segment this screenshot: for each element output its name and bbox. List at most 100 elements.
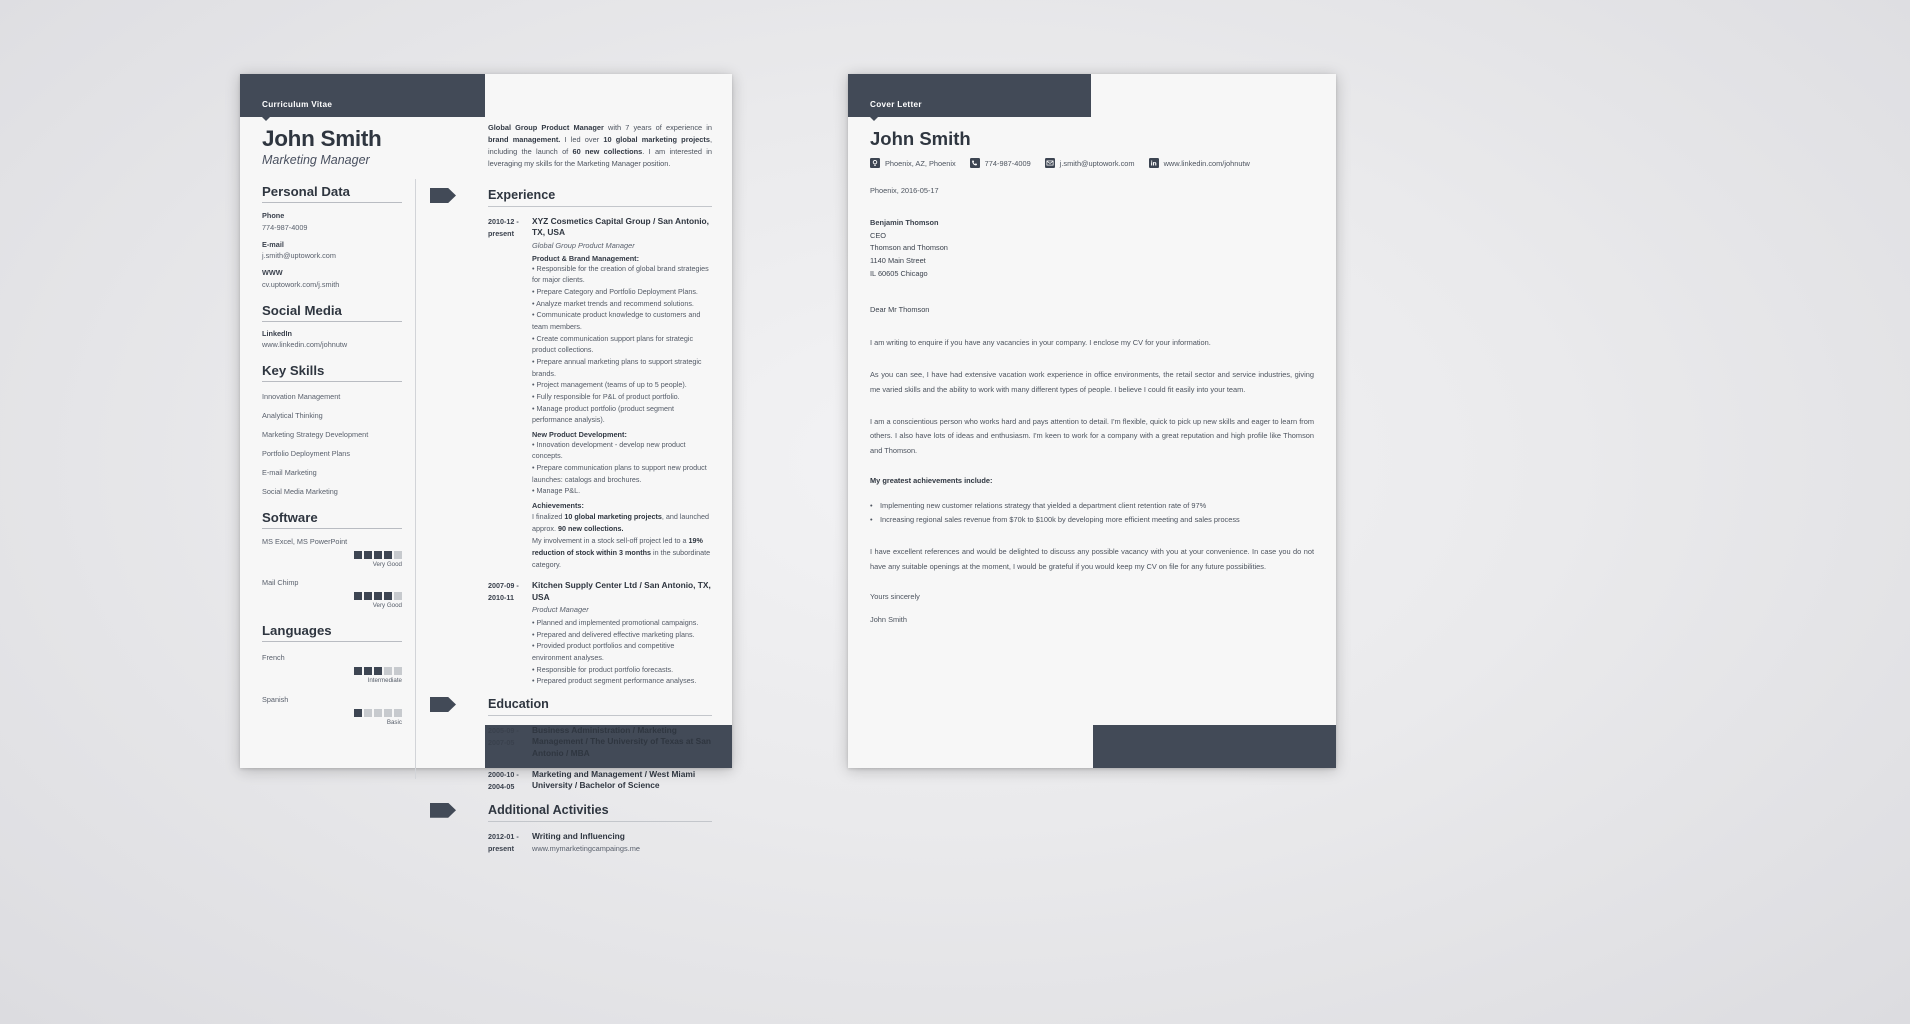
section-languages: Languages French Intermediate Spanish Ba… [262, 623, 402, 726]
block-title: Education [488, 697, 549, 711]
entry-bullet: • Innovation development - develop new p… [532, 439, 686, 461]
experience-entry: 2010-12 - present XYZ Cosmetics Capital … [488, 216, 712, 570]
block-rule [488, 715, 712, 716]
section-rule [262, 202, 402, 203]
skill-item: Marketing Strategy Development [262, 430, 369, 439]
letter-closing-paragraph: I have excellent references and would be… [870, 547, 1314, 571]
block-heading: Additional Activities [430, 802, 712, 818]
summary-bold: 60 new collections [572, 146, 643, 156]
cover-letter-document-page[interactable]: Cover Letter John Smith Phoenix, AZ, Pho… [848, 74, 1336, 768]
field-email: E-mail j.smith@uptowork.com [262, 240, 402, 261]
entry-date: 2010-12 - present [488, 216, 519, 238]
achievements-heading: My greatest achievements include: [870, 476, 993, 486]
entry-achievement: My involvement in a stock sell-off proje… [532, 535, 712, 570]
cv-summary: Global Group Product Manager with 7 year… [488, 122, 712, 170]
activity-entry: 2012-01 - present Writing and Influencin… [488, 831, 712, 855]
linkedin-icon [1148, 158, 1159, 168]
field-label: WWW [262, 268, 283, 277]
entry-bullet: • Prepare Category and Portfolio Deploym… [532, 286, 698, 296]
summary-text: I led over [560, 134, 604, 144]
letter-paragraph: I am a conscientious person who works ha… [870, 416, 1314, 455]
phone-icon [969, 158, 980, 168]
section-rule [262, 320, 402, 322]
entry-bullet: • Prepare communication plans to support… [532, 463, 707, 484]
envelope-icon [1044, 158, 1055, 168]
entry-group-head: New Product Development: [532, 429, 627, 439]
rating-caption: Intermediate [367, 677, 402, 684]
summary-bold: 10 global marketing projects [603, 134, 710, 144]
field-www: WWW cv.uptowork.com/j.smith [262, 268, 402, 289]
entry-achievement: I finalized 10 global marketing projects… [532, 511, 712, 534]
rating-square-empty [384, 709, 392, 717]
block-title: Experience [488, 187, 556, 202]
language-item: Spanish Basic [262, 695, 402, 726]
rating-square-filled [364, 551, 372, 559]
rating-square-filled [384, 592, 392, 600]
field-label: E-mail [262, 239, 284, 249]
cv-document-page[interactable]: Curriculum Vitae John Smith Marketing Ma… [240, 74, 732, 853]
field-value: cv.uptowork.com/j.smith [262, 279, 340, 289]
rating-square-filled [374, 551, 382, 559]
entry-subtitle: Product Manager [532, 605, 589, 615]
section-title: Languages [262, 623, 332, 638]
rating-widget: Intermediate [262, 667, 402, 684]
entry-bullet: • Analyze market trends and recommend so… [532, 298, 694, 308]
entry-date: 2005-09 - 2007-05 [488, 726, 519, 747]
section-rule [262, 641, 402, 642]
contact-linkedin: www.linkedin.com/johnutw [1148, 158, 1250, 168]
section-rule [262, 381, 402, 382]
entry-bullet: • Prepared and delivered effective marke… [532, 629, 695, 639]
recipient-address: Benjamin Thomson CEO Thomson and Thomson… [870, 217, 1314, 281]
cover-letter-name: John Smith [870, 128, 971, 149]
field-label: LinkedIn [262, 328, 292, 338]
ach-text: I finalized [532, 512, 565, 522]
entry-bullet: • Communicate product knowledge to custo… [532, 310, 701, 331]
contact-location: Phoenix, AZ, Phoenix [870, 158, 956, 168]
entry-title: Marketing and Management / West Miami Un… [532, 769, 696, 791]
entry-date: 2012-01 - present [488, 831, 519, 853]
recipient-city: IL 60605 Chicago [870, 268, 928, 278]
rating-widget: Basic [262, 709, 402, 726]
language-item: French Intermediate [262, 653, 402, 684]
achievement-item: Increasing regional sales revenue from $… [870, 513, 1314, 527]
contact-text: 774-987-4009 [984, 158, 1031, 168]
arrow-marker-icon [430, 802, 456, 818]
entry-bullet: • Manage product portfolio (product segm… [532, 403, 674, 425]
entry-bullet: • Manage P&L. [532, 486, 581, 496]
arrow-marker-icon [430, 697, 456, 712]
rating-squares [262, 551, 402, 559]
rating-square-empty [384, 667, 392, 675]
arrow-marker-icon [430, 187, 456, 203]
ach-bold: 10 global marketing projects [564, 512, 662, 522]
entry-date: 2007-09 - 2010-11 [488, 581, 519, 603]
education-entry: 2005-09 - 2007-05 Business Administratio… [488, 725, 712, 759]
software-name: MS Excel, MS PowerPoint [262, 537, 348, 546]
cv-column-divider [415, 179, 416, 779]
letter-salutation: Dear Mr Thomson [870, 304, 930, 314]
letter-paragraph: I am writing to enquire if you have any … [870, 337, 1211, 347]
cv-sidebar: Personal Data Phone 774-987-4009 E-mail … [262, 184, 402, 726]
experience-entry: 2007-09 - 2010-11 Kitchen Supply Center … [488, 580, 712, 687]
ach-bold: 90 new collections. [557, 523, 624, 533]
rating-squares [262, 709, 402, 717]
rating-square-filled [354, 592, 362, 600]
rating-widget: Very Good [262, 551, 402, 568]
field-value: www.linkedin.com/johnutw [262, 340, 348, 349]
section-title: Personal Data [262, 184, 350, 199]
rating-square-filled [354, 551, 362, 559]
software-name: Mail Chimp [262, 578, 299, 587]
entry-subtitle: www.mymarketingcampaings.me [532, 844, 641, 854]
rating-caption: Very Good [372, 561, 402, 568]
block-heading: Education [430, 697, 712, 712]
section-rule [262, 528, 402, 529]
cv-main-column: Global Group Product Manager with 7 year… [430, 122, 712, 865]
rating-square-filled [364, 592, 372, 600]
rating-square-filled [374, 592, 382, 600]
field-linkedin: LinkedIn www.linkedin.com/johnutw [262, 329, 402, 350]
section-key-skills: Key Skills Innovation Management Analyti… [262, 363, 402, 496]
software-item: MS Excel, MS PowerPoint Very Good [262, 537, 402, 568]
block-heading: Experience [430, 187, 712, 203]
skill-item: Analytical Thinking [262, 411, 323, 420]
rating-caption: Basic [386, 719, 402, 726]
entry-bullet: • Fully responsible for P&L of product p… [532, 391, 680, 401]
